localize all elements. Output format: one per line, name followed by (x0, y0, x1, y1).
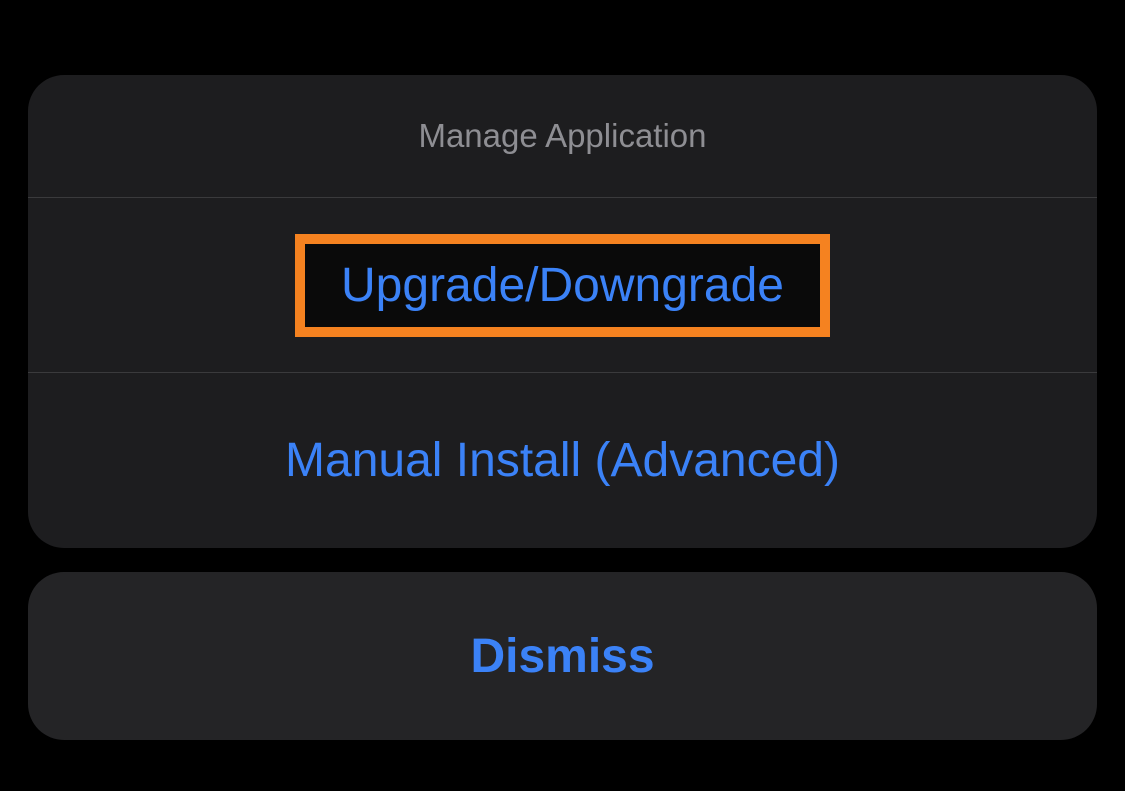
sheet-title: Manage Application (28, 75, 1097, 198)
upgrade-downgrade-label: Upgrade/Downgrade (341, 259, 784, 312)
action-sheet: Manage Application Upgrade/Downgrade Man… (28, 75, 1097, 548)
highlight-annotation: Upgrade/Downgrade (295, 234, 830, 337)
dismiss-button[interactable]: Dismiss (28, 572, 1097, 740)
manual-install-label: Manual Install (Advanced) (285, 433, 840, 488)
dismiss-label: Dismiss (470, 629, 654, 684)
manual-install-button[interactable]: Manual Install (Advanced) (28, 373, 1097, 548)
upgrade-downgrade-button[interactable]: Upgrade/Downgrade (28, 198, 1097, 373)
